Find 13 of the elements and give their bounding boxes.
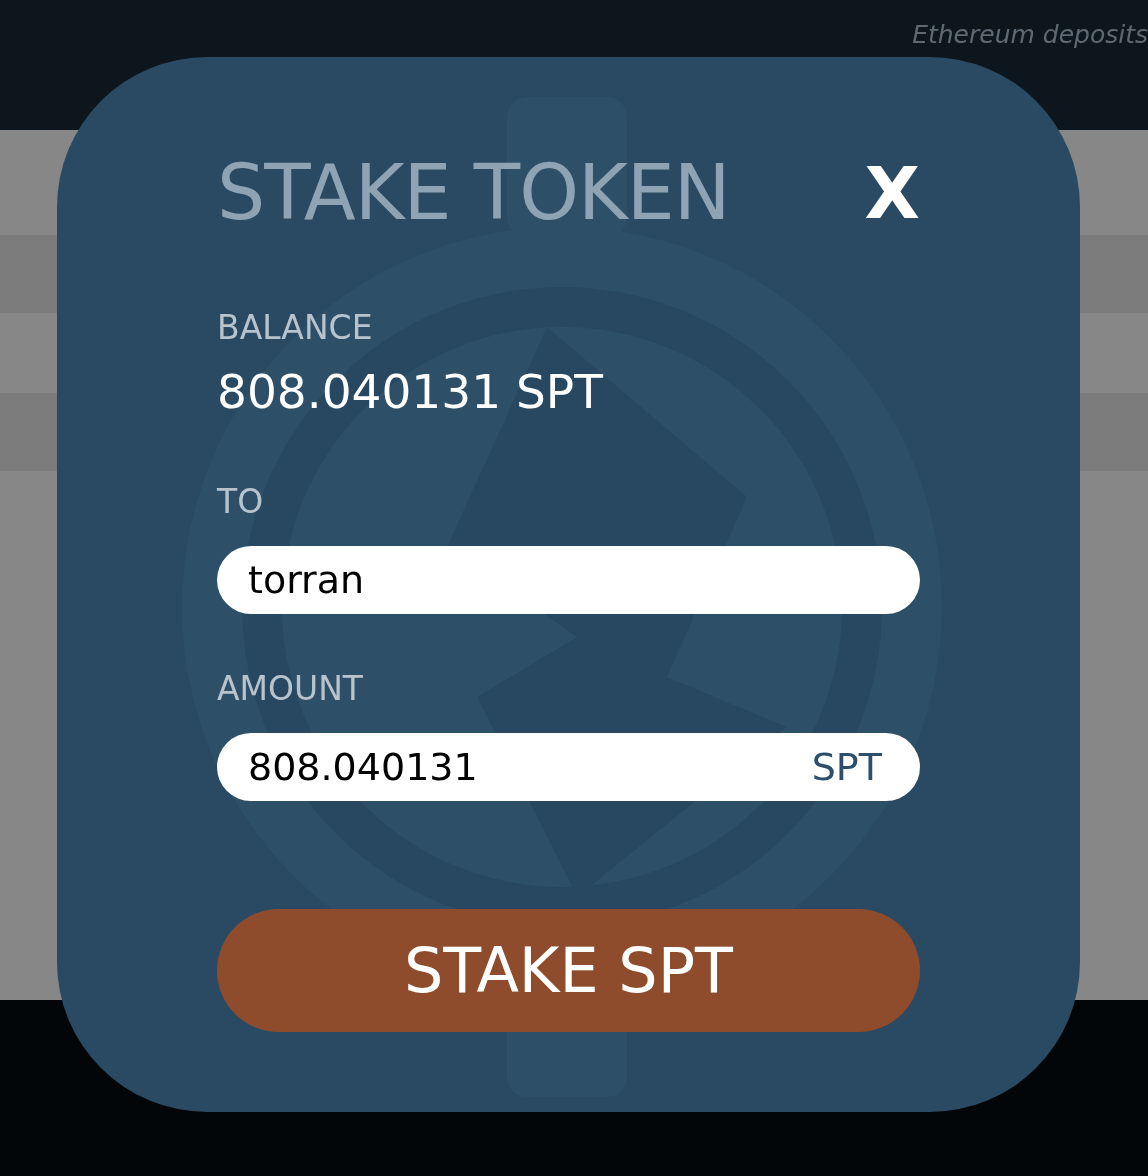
field-label: AMOUNT <box>217 672 365 705</box>
recipient-field[interactable]: torran <box>217 546 920 614</box>
modal-title: STAKE TOKEN <box>217 155 730 231</box>
note-text: Ethereum deposits <box>912 19 1148 51</box>
balance-value: 808.040131 SPT <box>217 368 604 415</box>
field-label: TO <box>217 485 265 518</box>
stake-button[interactable]: STAKE SPT <box>217 909 920 1032</box>
recipient-input[interactable]: torran <box>248 551 882 609</box>
field-label: BALANCE <box>217 311 374 344</box>
amount-field[interactable]: 808.040131 SPT <box>217 733 920 801</box>
unit-text: SPT <box>811 743 882 791</box>
amount-input[interactable]: 808.040131 <box>248 738 812 796</box>
close-button[interactable]: X <box>864 157 920 229</box>
